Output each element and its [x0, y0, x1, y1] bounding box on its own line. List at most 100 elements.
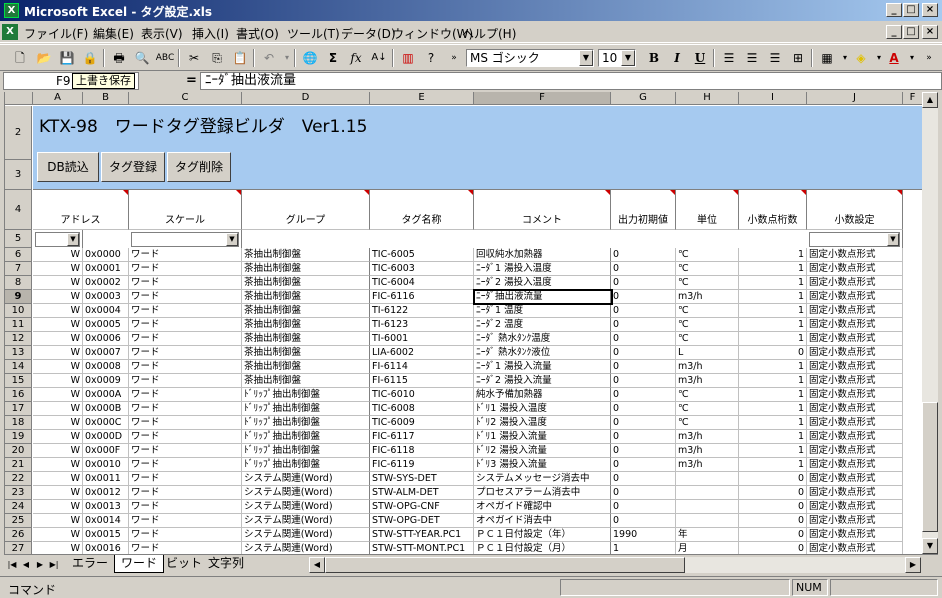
cell-d[interactable]: 茶抽出制御盤: [242, 304, 370, 318]
cell-e[interactable]: TIC-6004: [370, 276, 474, 290]
row-header[interactable]: 23: [5, 486, 32, 500]
row-header[interactable]: 15: [5, 374, 32, 388]
cell-a[interactable]: W: [33, 444, 83, 458]
cell-j[interactable]: 固定小数点形式: [807, 346, 903, 360]
cell-e[interactable]: TIC-6008: [370, 402, 474, 416]
cell-g[interactable]: 0: [611, 276, 676, 290]
cell-i[interactable]: 0: [739, 472, 807, 486]
cell-h[interactable]: ℃: [676, 402, 739, 416]
cell-h[interactable]: ℃: [676, 332, 739, 346]
cell-c[interactable]: ワード: [129, 346, 242, 360]
cell-j[interactable]: 固定小数点形式: [807, 528, 903, 542]
spelling-icon[interactable]: ABC: [155, 48, 175, 68]
vertical-scrollbar[interactable]: ▲ ▼: [922, 92, 938, 554]
cell-b[interactable]: 0x0004: [83, 304, 129, 318]
cell-i[interactable]: 0: [739, 514, 807, 528]
menu-view[interactable]: 表示(V): [141, 25, 183, 42]
cell-g[interactable]: 0: [611, 318, 676, 332]
row-header[interactable]: 8: [5, 276, 32, 290]
cell-c[interactable]: ワード: [129, 514, 242, 528]
cell-b[interactable]: 0x0012: [83, 486, 129, 500]
row-header[interactable]: 27: [5, 542, 32, 554]
menu-edit[interactable]: 編集(E): [93, 25, 134, 42]
cell-d[interactable]: ﾄﾞﾘｯﾌﾟ抽出制御盤: [242, 444, 370, 458]
cell-e[interactable]: STW-STT-MONT.PC1: [370, 542, 474, 554]
cell-i[interactable]: 1: [739, 388, 807, 402]
cell-j[interactable]: 固定小数点形式: [807, 332, 903, 346]
vertical-scroll-thumb[interactable]: [922, 402, 938, 532]
cell-j[interactable]: 固定小数点形式: [807, 388, 903, 402]
worksheet-grid[interactable]: A B C D E F G H I J F 2 3 4 5 KTX-98 ワード…: [4, 92, 922, 554]
print-icon[interactable]: 🖶: [109, 48, 129, 68]
cell-d[interactable]: システム関連(Word): [242, 500, 370, 514]
cell-j[interactable]: 固定小数点形式: [807, 360, 903, 374]
scale-filter[interactable]: ▼: [129, 230, 242, 248]
document-icon[interactable]: X: [2, 24, 18, 40]
row-header[interactable]: 26: [5, 528, 32, 542]
cell-b[interactable]: 0x0002: [83, 276, 129, 290]
cell-g[interactable]: 0: [611, 500, 676, 514]
cell-b[interactable]: 0x0001: [83, 262, 129, 276]
row-header[interactable]: 18: [5, 416, 32, 430]
cell-i[interactable]: 1: [739, 374, 807, 388]
cell-c[interactable]: ワード: [129, 374, 242, 388]
col-header-k[interactable]: F: [903, 92, 922, 105]
cell-c[interactable]: ワード: [129, 486, 242, 500]
cell-g[interactable]: 0: [611, 346, 676, 360]
cell-a[interactable]: W: [33, 262, 83, 276]
cell-d[interactable]: 茶抽出制御盤: [242, 374, 370, 388]
cell-d[interactable]: 茶抽出制御盤: [242, 360, 370, 374]
font-color-icon[interactable]: A: [884, 48, 904, 68]
cell-c[interactable]: ワード: [129, 458, 242, 472]
cell-b[interactable]: 0x0005: [83, 318, 129, 332]
cell-b[interactable]: 0x000C: [83, 416, 129, 430]
cell-e[interactable]: LIA-6002: [370, 346, 474, 360]
undo-icon[interactable]: ↶: [259, 48, 279, 68]
cell-c[interactable]: ワード: [129, 444, 242, 458]
scroll-left-icon[interactable]: ◀: [309, 557, 325, 573]
align-right-icon[interactable]: ☰: [765, 48, 785, 68]
cell-a[interactable]: W: [33, 388, 83, 402]
help-icon[interactable]: ?: [421, 48, 441, 68]
cell-j[interactable]: 固定小数点形式: [807, 514, 903, 528]
cell-b[interactable]: 0x0008: [83, 360, 129, 374]
cell-c[interactable]: ワード: [129, 276, 242, 290]
cell-a[interactable]: W: [33, 472, 83, 486]
cell-j[interactable]: 固定小数点形式: [807, 444, 903, 458]
cell-i[interactable]: 0: [739, 346, 807, 360]
cell-f[interactable]: システムメッセージ消去中: [474, 472, 611, 486]
first-sheet-icon[interactable]: |◀: [6, 558, 18, 572]
sort-icon[interactable]: A↓: [369, 48, 389, 68]
cell-f[interactable]: ﾆｰﾀﾞ 熱水ﾀﾝｸ温度: [474, 332, 611, 346]
cell-a[interactable]: W: [33, 500, 83, 514]
cell-i[interactable]: 0: [739, 528, 807, 542]
menu-format[interactable]: 書式(O): [236, 25, 279, 42]
cell-a[interactable]: W: [33, 360, 83, 374]
cell-c[interactable]: ワード: [129, 472, 242, 486]
row-header[interactable]: 16: [5, 388, 32, 402]
cell-j[interactable]: 固定小数点形式: [807, 290, 903, 304]
cell-b[interactable]: 0x0010: [83, 458, 129, 472]
formula-input[interactable]: ﾆｰﾀﾞ抽出液流量: [200, 72, 942, 90]
cell-a[interactable]: W: [33, 374, 83, 388]
address-filter[interactable]: ▼: [33, 230, 83, 248]
permission-icon[interactable]: 🔒: [80, 48, 100, 68]
cell-d[interactable]: 茶抽出制御盤: [242, 318, 370, 332]
row-header-4[interactable]: 4: [5, 190, 32, 230]
cell-c[interactable]: ワード: [129, 248, 242, 262]
align-center-icon[interactable]: ☰: [742, 48, 762, 68]
cell-i[interactable]: 1: [739, 304, 807, 318]
cell-c[interactable]: ワード: [129, 402, 242, 416]
cell-d[interactable]: システム関連(Word): [242, 486, 370, 500]
cell-a[interactable]: W: [33, 458, 83, 472]
row-header[interactable]: 10: [5, 304, 32, 318]
cell-g[interactable]: 0: [611, 388, 676, 402]
fill-color-icon[interactable]: ◈: [851, 48, 871, 68]
next-sheet-icon[interactable]: ▶: [34, 558, 46, 572]
new-icon[interactable]: 🗋: [10, 48, 30, 68]
cell-g[interactable]: 0: [611, 472, 676, 486]
cell-d[interactable]: 茶抽出制御盤: [242, 346, 370, 360]
cell-i[interactable]: 1: [739, 416, 807, 430]
cell-j[interactable]: 固定小数点形式: [807, 402, 903, 416]
col-header-d[interactable]: D: [242, 92, 370, 105]
